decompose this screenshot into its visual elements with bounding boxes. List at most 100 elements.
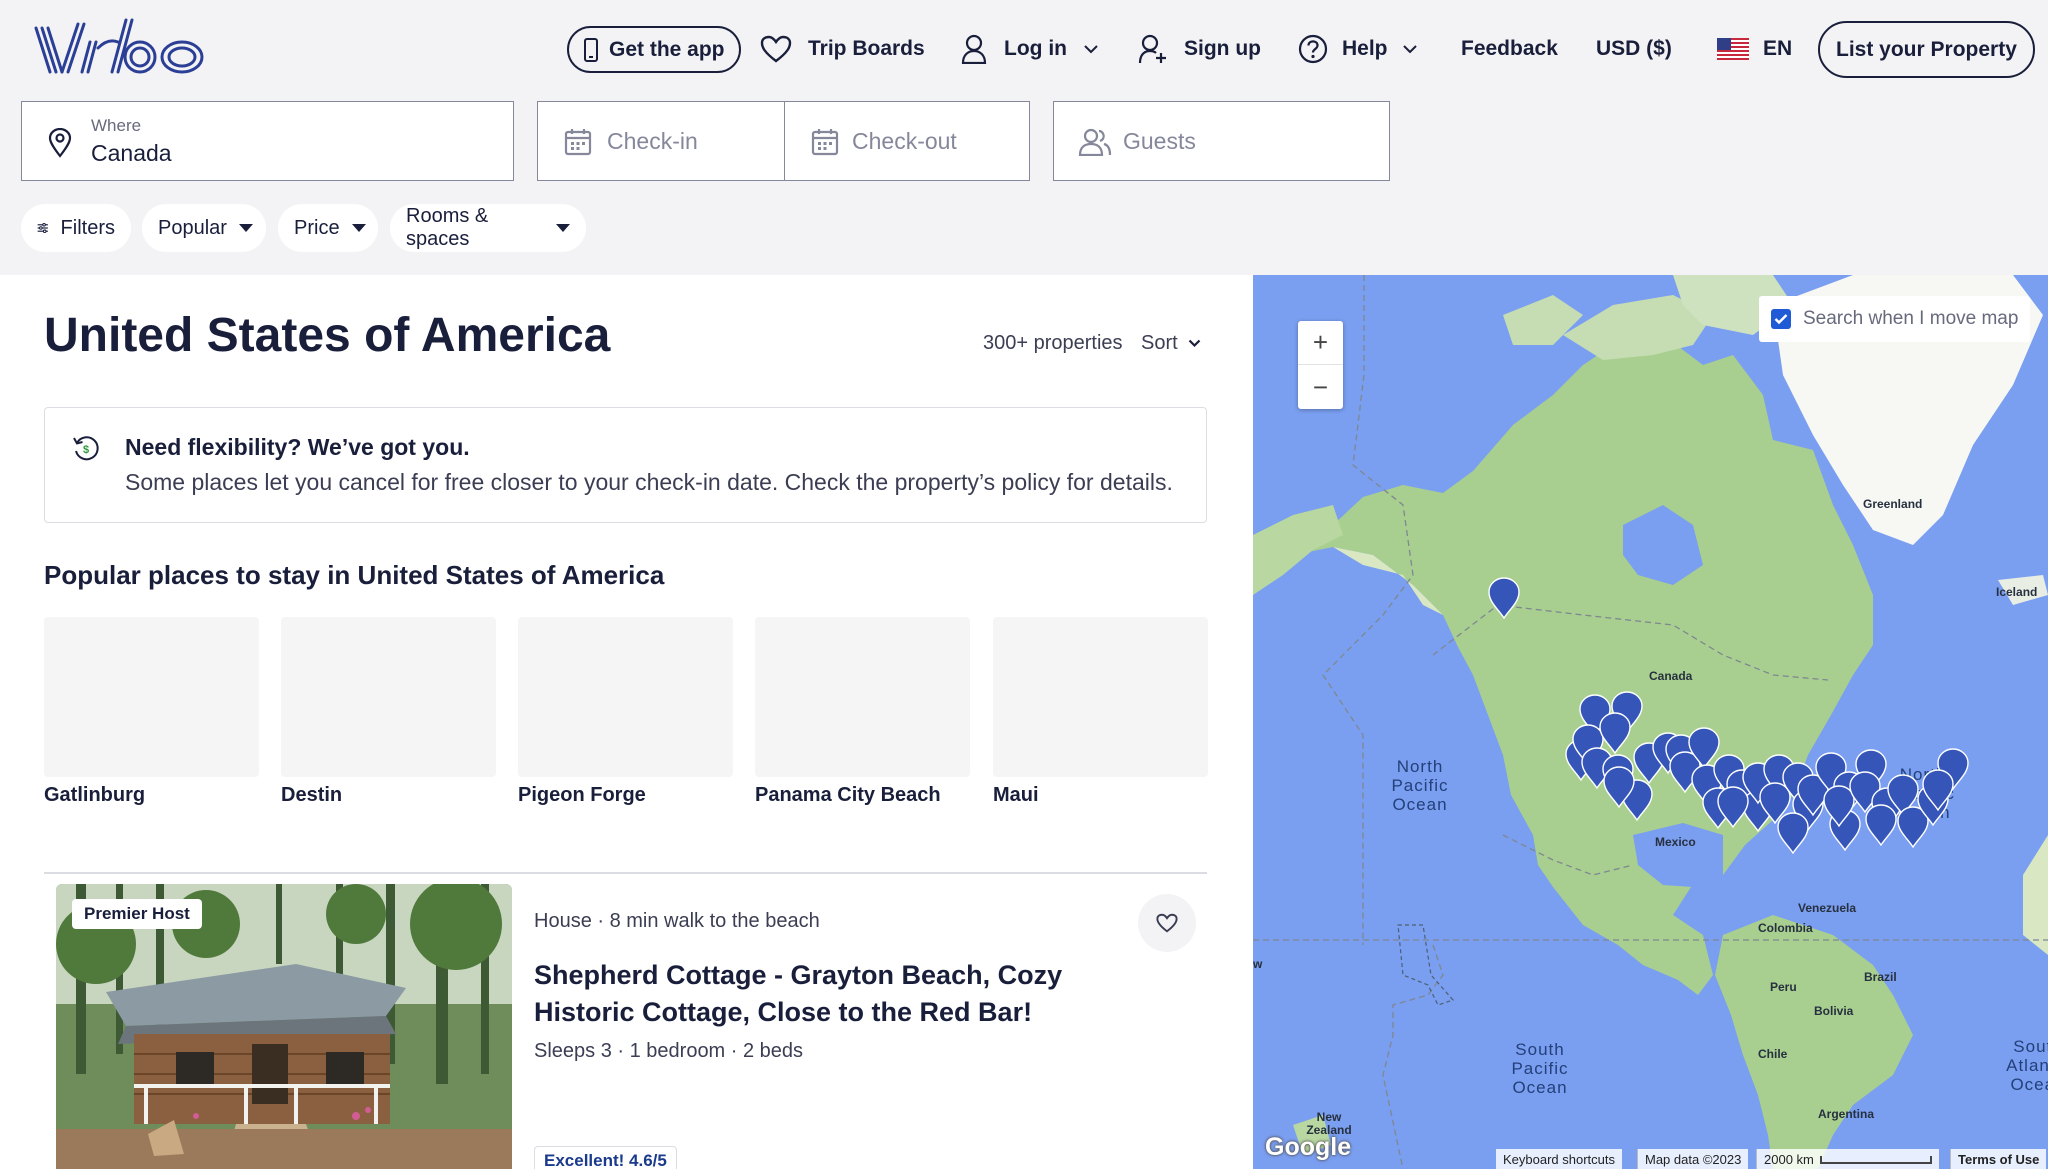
list-property-label: List your Property [1836, 37, 2017, 61]
help-icon [1298, 34, 1328, 64]
phone-icon [584, 37, 598, 62]
google-logo[interactable]: Google [1265, 1133, 1351, 1162]
add-user-icon [1138, 34, 1166, 64]
caret-down-icon [556, 224, 570, 232]
place-card[interactable] [518, 617, 733, 777]
sort-button[interactable]: Sort [1141, 332, 1201, 355]
keyboard-shortcuts-link[interactable]: Keyboard shortcuts [1496, 1149, 1623, 1169]
map-data-credit: Map data ©2023 [1637, 1149, 1749, 1169]
guests-placeholder: Guests [1123, 128, 1196, 154]
list-property-button[interactable]: List your Property [1818, 21, 2035, 78]
premier-host-badge: Premier Host [72, 899, 202, 929]
where-value: Canada [91, 140, 172, 166]
checkout-placeholder: Check-out [852, 128, 957, 154]
map-label: w [1253, 957, 1263, 971]
rooms-filter[interactable]: Rooms & spaces [390, 204, 586, 252]
place-card[interactable] [281, 617, 496, 777]
zoom-out-button[interactable]: − [1298, 365, 1343, 409]
map-label: Mexico [1655, 835, 1696, 849]
feedback-link[interactable]: Feedback [1461, 20, 1558, 78]
chevron-down-icon [1402, 45, 1417, 54]
chevron-down-icon [1084, 45, 1098, 54]
place-name[interactable]: Pigeon Forge [518, 784, 646, 807]
currency-label: USD ($) [1596, 37, 1672, 60]
search-when-move-toggle[interactable]: Search when I move map [1759, 296, 2031, 342]
map-label: Peru [1770, 980, 1797, 994]
filters-label: Filters [60, 216, 115, 239]
sliders-icon [37, 222, 48, 234]
rating-badge: Excellent! 4.6/5 [534, 1146, 677, 1169]
caret-down-icon [238, 224, 253, 232]
header: Get the app Trip Boards Log in Sign up H… [0, 0, 2048, 275]
ocean-label: North Pacific Ocean [1391, 757, 1449, 814]
map-label: Brazil [1864, 970, 1897, 984]
login-menu[interactable]: Log in [960, 20, 1099, 78]
price-label: Price [294, 216, 340, 239]
popular-places-title: Popular places to stay in United States … [44, 560, 665, 590]
sort-label: Sort [1141, 332, 1178, 354]
flexibility-title: Need flexibility? We’ve got you. [125, 434, 470, 460]
checkbox-checked-icon[interactable] [1771, 309, 1791, 329]
place-name[interactable]: Panama City Beach [755, 784, 941, 807]
ocean-label: South Atlantic Ocean [2006, 1037, 2048, 1094]
property-count: 300+ properties [983, 332, 1123, 354]
checkin-field[interactable]: Check-in [537, 101, 785, 181]
zoom-in-button[interactable]: + [1298, 321, 1343, 365]
language-selector[interactable]: EN [1717, 20, 1792, 78]
free-cancel-icon: $ [73, 436, 99, 461]
place-name[interactable]: Maui [993, 784, 1039, 807]
user-icon [961, 34, 987, 64]
divider [44, 872, 1207, 874]
place-card[interactable] [993, 617, 1208, 777]
popular-filter[interactable]: Popular [142, 204, 266, 252]
place-card[interactable] [44, 617, 259, 777]
place-name[interactable]: Gatlinburg [44, 784, 145, 807]
help-label: Help [1342, 37, 1388, 60]
place-name[interactable]: Destin [281, 784, 342, 807]
price-filter[interactable]: Price [278, 204, 378, 252]
get-app-button[interactable]: Get the app [567, 26, 741, 73]
where-field[interactable]: Where Canada [21, 101, 514, 181]
us-flag-icon [1717, 38, 1749, 60]
where-label: Where [91, 116, 142, 135]
currency-selector[interactable]: USD ($) [1596, 20, 1672, 78]
listing-type: House · 8 min walk to the beach [534, 910, 820, 932]
checkin-placeholder: Check-in [607, 128, 698, 154]
map-label: Chile [1758, 1047, 1788, 1061]
heart-icon [760, 35, 792, 63]
filters-button[interactable]: Filters [21, 204, 131, 252]
map-scale[interactable]: 2000 km [1756, 1149, 1939, 1169]
listing-title[interactable]: Shepherd Cottage - Grayton Beach, Cozy H… [534, 957, 1134, 1031]
calendar-icon [811, 129, 839, 156]
help-menu[interactable]: Help [1298, 20, 1418, 78]
place-card[interactable] [755, 617, 970, 777]
chevron-down-icon [1188, 339, 1200, 348]
map-label: Greenland [1863, 497, 1923, 511]
search-when-move-label: Search when I move map [1803, 308, 2019, 329]
scale-label: 2000 km [1764, 1151, 1814, 1167]
signup-link[interactable]: Sign up [1138, 20, 1261, 78]
save-to-trip-board-button[interactable] [1138, 894, 1196, 952]
location-pin-icon [48, 128, 72, 158]
map-label: Colombia [1758, 921, 1813, 935]
map-label: Bolivia [1814, 1004, 1854, 1018]
vrbo-logo[interactable] [32, 16, 208, 80]
popular-label: Popular [158, 216, 227, 239]
results-title: United States of America [44, 309, 611, 362]
map-label: Canada [1649, 669, 1693, 683]
login-label: Log in [1004, 37, 1067, 60]
ocean-label: North Atlantic Ocean [1891, 765, 1955, 822]
map-label: Argentina [1818, 1107, 1875, 1121]
checkout-field[interactable]: Check-out [784, 101, 1030, 181]
results-map[interactable]: Greenland Iceland Canada Mexico Venezuel… [1253, 275, 2048, 1169]
trip-boards-link[interactable]: Trip Boards [760, 20, 925, 78]
map-label: Venezuela [1798, 901, 1857, 915]
rooms-label: Rooms & spaces [406, 205, 489, 250]
signup-label: Sign up [1184, 37, 1261, 60]
feedback-label: Feedback [1461, 37, 1558, 60]
terms-of-use-link[interactable]: Terms of Use [1950, 1149, 2047, 1169]
zoom-control: + − [1298, 321, 1343, 409]
ocean-label: South Pacific Ocean [1511, 1040, 1569, 1097]
guests-field[interactable]: Guests [1053, 101, 1390, 181]
listing-specs: Sleeps 3 · 1 bedroom · 2 beds [534, 1040, 804, 1062]
